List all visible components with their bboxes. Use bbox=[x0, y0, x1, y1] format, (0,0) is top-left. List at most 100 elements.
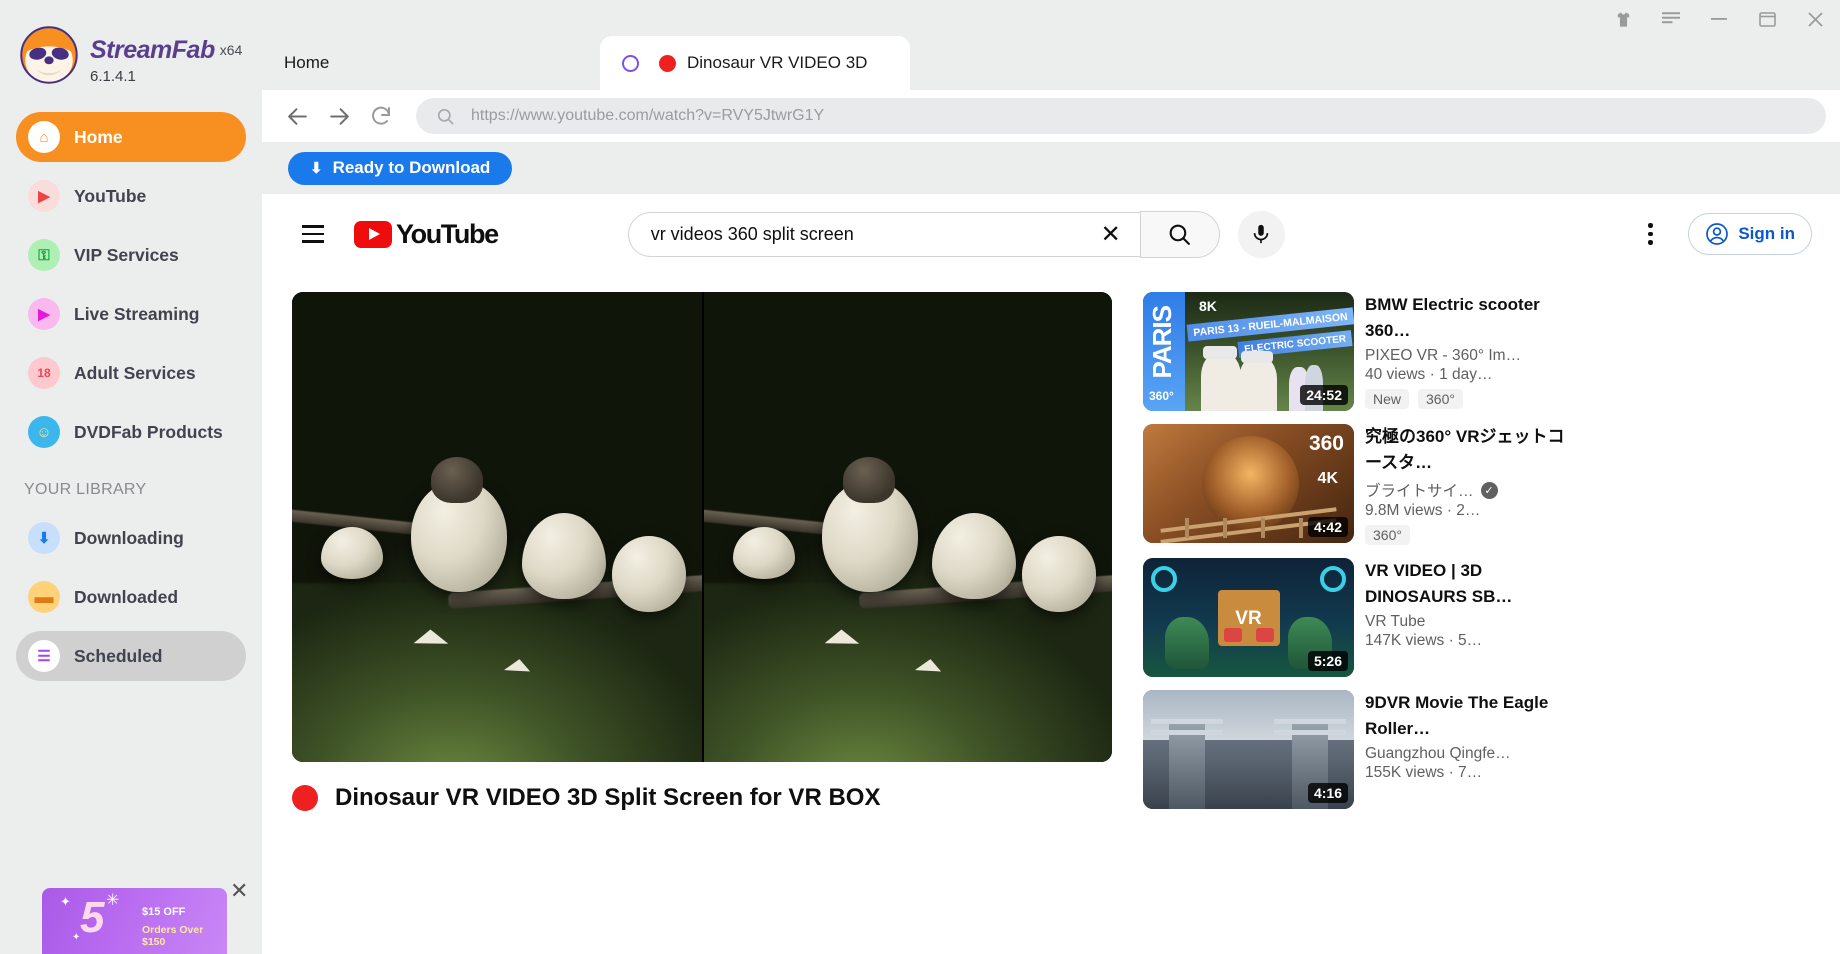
hamburger-menu-icon[interactable] bbox=[290, 211, 336, 257]
sidebar-item-label: Downloading bbox=[74, 527, 184, 548]
microphone-icon bbox=[1253, 224, 1269, 244]
channel-row: Guangzhou Qingfe… bbox=[1365, 745, 1573, 763]
player-right-eye bbox=[702, 292, 1112, 762]
brand-version: 6.1.4.1 bbox=[90, 68, 136, 85]
sidebar-item-home[interactable]: ⌂ Home bbox=[16, 112, 246, 162]
tab-dinosaur-vr[interactable]: Dinosaur VR VIDEO 3D bbox=[600, 36, 910, 90]
youtube-search-group: vr videos 360 split screen ✕ bbox=[627, 210, 1285, 258]
promo-line-1: $15 OFF bbox=[142, 906, 186, 918]
video-player[interactable] bbox=[292, 292, 1112, 762]
tab-home[interactable]: Home bbox=[262, 36, 592, 90]
sidebar-item-live-streaming[interactable]: ▶ Live Streaming bbox=[16, 289, 246, 339]
sidebar-item-adult-services[interactable]: 18 Adult Services bbox=[16, 348, 246, 398]
sidebar-item-label: Home bbox=[74, 126, 123, 147]
related-video-item[interactable]: 4:16 9DVR Movie The Eagle Roller… Guangzho… bbox=[1143, 690, 1573, 809]
related-videos-list: PARIS 8K PARIS 13 - RUEIL-MALMAISON ELEC… bbox=[1143, 292, 1573, 822]
status-badge: New bbox=[1365, 389, 1410, 409]
channel-name: PIXEO VR - 360° Im… bbox=[1365, 347, 1522, 364]
clear-search-icon[interactable]: ✕ bbox=[1092, 215, 1130, 253]
sparkle-icon: ✳ bbox=[106, 892, 120, 909]
video-duration: 4:16 bbox=[1307, 783, 1348, 803]
tab-strip: Home Dinosaur VR VIDEO 3D bbox=[262, 0, 1840, 90]
egg bbox=[320, 527, 383, 579]
egg bbox=[521, 512, 606, 599]
brand-name: StreamFab bbox=[90, 36, 215, 64]
youtube-logo[interactable]: YouTube bbox=[354, 219, 499, 250]
address-bar[interactable]: https://www.youtube.com/watch?v=RVY5Jtwr… bbox=[416, 98, 1826, 134]
sidebar-item-youtube[interactable]: ▶ YouTube bbox=[16, 171, 246, 221]
promo-line-2: Orders Over $150 bbox=[142, 924, 204, 948]
video-title: 究極の360° VRジェットコースタ… bbox=[1365, 427, 1565, 472]
forward-button[interactable] bbox=[318, 95, 360, 137]
search-submit-button[interactable] bbox=[1139, 210, 1220, 258]
sidebar-nav: ⌂ Home ▶ YouTube ⚿ VIP Services ▶ Live Streamin… bbox=[0, 112, 262, 457]
no-eighteen-icon: 18 bbox=[28, 357, 60, 389]
more-vertical-icon[interactable] bbox=[1628, 212, 1672, 256]
egg bbox=[1022, 536, 1097, 613]
back-button[interactable] bbox=[276, 95, 318, 137]
ready-to-download-label: Ready to Download bbox=[332, 158, 491, 177]
channel-name: VR Tube bbox=[1365, 613, 1426, 630]
status-badge: 360° bbox=[1365, 525, 1410, 545]
app-window: StreamFab x64 6.1.4.1 ⌂ Home ▶ YouTube ⚿ VIP S… bbox=[0, 0, 1840, 954]
promo-close-icon[interactable]: ✕ bbox=[230, 880, 248, 902]
egg bbox=[611, 536, 686, 613]
channel-name: ブライトサイ… bbox=[1365, 483, 1474, 500]
dvdfab-icon: ☺ bbox=[28, 416, 60, 448]
home-icon: ⌂ bbox=[28, 121, 60, 153]
account-circle-icon bbox=[1706, 223, 1729, 245]
sidebar-item-label: YouTube bbox=[74, 185, 147, 206]
sidebar-item-vip-services[interactable]: ⚿ VIP Services bbox=[16, 230, 246, 280]
video-thumbnail[interactable]: 360 4K 4:42 bbox=[1143, 424, 1354, 543]
video-thumbnail[interactable]: PARIS 8K PARIS 13 - RUEIL-MALMAISON ELEC… bbox=[1143, 292, 1354, 411]
browser-chrome: https://www.youtube.com/watch?v=RVY5Jtwr… bbox=[262, 90, 1840, 142]
sidebar-library-nav: ⬇ Downloading ▬ Downloaded ☰ Scheduled bbox=[0, 513, 262, 681]
youtube-icon: ▶ bbox=[28, 180, 60, 212]
clipboard-icon: ☰ bbox=[28, 640, 60, 672]
search-icon bbox=[1169, 224, 1191, 245]
sidebar-item-downloading[interactable]: ⬇ Downloading bbox=[16, 513, 246, 563]
hatchling bbox=[431, 456, 484, 503]
badge-row: 360° bbox=[1365, 525, 1573, 545]
video-thumbnail[interactable]: VR 5:26 bbox=[1143, 558, 1354, 677]
download-icon: ⬇ bbox=[310, 160, 323, 177]
player-left-eye bbox=[292, 292, 702, 762]
badge-row: New 360° bbox=[1365, 389, 1573, 409]
search-input-value: vr videos 360 split screen bbox=[650, 223, 854, 244]
sidebar-item-downloaded[interactable]: ▬ Downloaded bbox=[16, 572, 246, 622]
sign-in-button[interactable]: Sign in bbox=[1688, 213, 1812, 255]
sidebar-item-scheduled[interactable]: ☰ Scheduled bbox=[16, 631, 246, 681]
key-icon: ⚿ bbox=[28, 239, 60, 271]
voice-search-button[interactable] bbox=[1237, 210, 1285, 258]
video-meta: 9DVR Movie The Eagle Roller… Guangzhou Qi… bbox=[1365, 690, 1573, 809]
video-camera-icon: ▶ bbox=[28, 298, 60, 330]
sidebar-item-dvdfab-products[interactable]: ☺ DVDFab Products bbox=[16, 407, 246, 457]
search-icon bbox=[437, 108, 454, 124]
page-title: Dinosaur VR VIDEO 3D Split Screen for VR… bbox=[335, 784, 881, 811]
reload-button[interactable] bbox=[360, 95, 402, 137]
search-input[interactable]: vr videos 360 split screen ✕ bbox=[627, 211, 1140, 257]
status-badge: 360° bbox=[1418, 389, 1463, 409]
youtube-header-right: Sign in bbox=[1628, 212, 1812, 256]
egg bbox=[932, 512, 1017, 599]
ready-to-download-button[interactable]: ⬇ Ready to Download bbox=[288, 151, 513, 185]
related-video-item[interactable]: 360 4K 4:42 究極の360° VRジェットコースタ… ブライトサイ… ✓ 9.8… bbox=[1143, 424, 1573, 545]
channel-row: ブライトサイ… ✓ bbox=[1365, 479, 1573, 501]
youtube-header: YouTube vr videos 360 split screen ✕ Sig… bbox=[262, 194, 1840, 274]
video-duration: 5:26 bbox=[1307, 651, 1348, 671]
youtube-play-icon bbox=[354, 220, 392, 248]
channel-row: VR Tube bbox=[1365, 613, 1573, 631]
url-text: https://www.youtube.com/watch?v=RVY5Jtwr… bbox=[471, 107, 825, 124]
egg bbox=[732, 527, 795, 579]
related-video-item[interactable]: VR 5:26 VR VIDEO | 3D DINOSAURS SB… VR Tub… bbox=[1143, 558, 1573, 677]
folder-icon: ▬ bbox=[28, 581, 60, 613]
video-meta: 究極の360° VRジェットコースタ… ブライトサイ… ✓ 9.8M views · … bbox=[1365, 424, 1573, 545]
loading-spinner-icon bbox=[622, 54, 639, 72]
record-dot-icon bbox=[292, 785, 318, 811]
promo-banner[interactable]: ✦ ✳ ✦ 5 $15 OFF Orders Over $150 bbox=[42, 888, 227, 954]
sidebar-item-label: DVDFab Products bbox=[74, 421, 223, 442]
related-video-item[interactable]: PARIS 8K PARIS 13 - RUEIL-MALMAISON ELEC… bbox=[1143, 292, 1573, 411]
sidebar-item-label: Adult Services bbox=[74, 362, 196, 383]
channel-name: Guangzhou Qingfe… bbox=[1365, 745, 1511, 762]
video-thumbnail[interactable]: 4:16 bbox=[1143, 690, 1354, 809]
